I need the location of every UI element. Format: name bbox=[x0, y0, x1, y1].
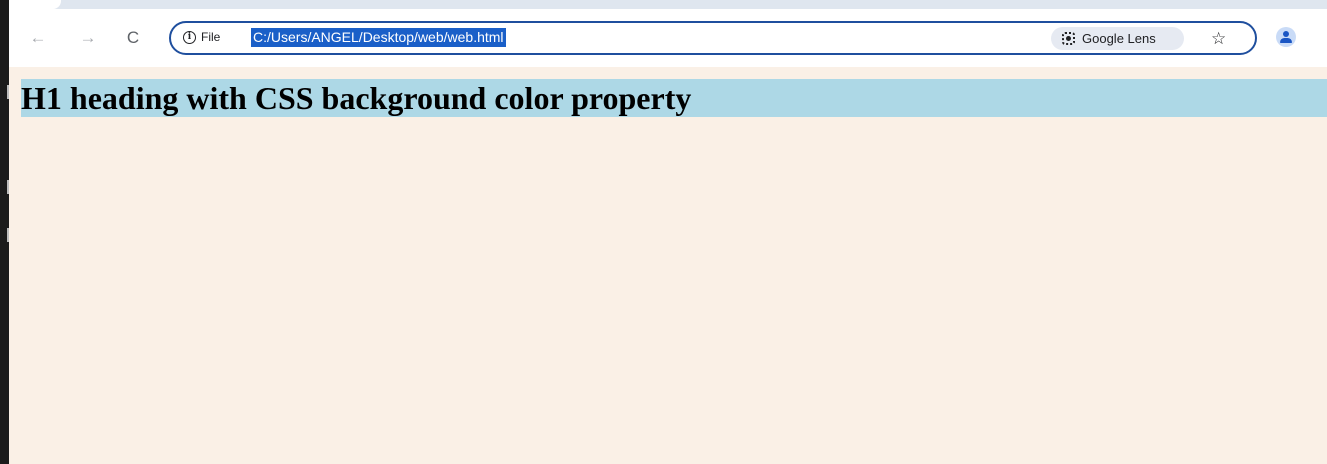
page-heading: H1 heading with CSS background color pro… bbox=[21, 79, 1327, 117]
url-text[interactable]: C:/Users/ANGEL/Desktop/web/web.html bbox=[251, 28, 506, 47]
screenshot-frame: ← → C i File C:/Users/ANGEL/Desktop/web/… bbox=[0, 0, 1327, 464]
google-lens-icon bbox=[1062, 32, 1075, 45]
bookmark-button[interactable]: ☆ bbox=[1211, 27, 1226, 50]
google-lens-button[interactable]: Google Lens bbox=[1051, 27, 1184, 50]
active-tab-edge[interactable] bbox=[9, 0, 61, 9]
tab-strip bbox=[9, 0, 1327, 9]
back-arrow-icon: ← bbox=[29, 27, 47, 47]
reload-icon: C bbox=[126, 27, 140, 47]
google-lens-label: Google Lens bbox=[1082, 31, 1156, 46]
site-info-button[interactable]: i File bbox=[183, 30, 220, 44]
info-icon: i bbox=[183, 30, 196, 44]
left-window-edge bbox=[0, 0, 10, 464]
bookmark-star-icon: ☆ bbox=[1211, 29, 1227, 48]
page-viewport: H1 heading with CSS background color pro… bbox=[9, 67, 1327, 464]
site-info-label: File bbox=[201, 30, 221, 44]
forward-button[interactable]: → bbox=[76, 25, 100, 49]
forward-arrow-icon: → bbox=[79, 27, 97, 47]
browser-toolbar: ← → C i File C:/Users/ANGEL/Desktop/web/… bbox=[9, 9, 1327, 67]
address-bar[interactable]: i File C:/Users/ANGEL/Desktop/web/web.ht… bbox=[169, 21, 1257, 55]
back-button[interactable]: ← bbox=[26, 25, 50, 49]
profile-button[interactable] bbox=[1276, 27, 1296, 47]
reload-button[interactable]: C bbox=[121, 25, 145, 49]
